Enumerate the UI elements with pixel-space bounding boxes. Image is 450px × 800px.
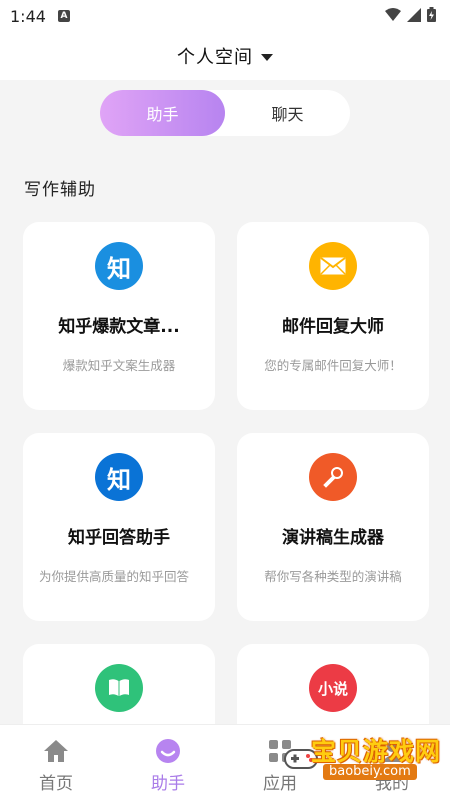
card-speech[interactable]: 演讲稿生成器 帮你写各种类型的演讲稿 bbox=[237, 433, 429, 621]
card-mail-reply[interactable]: 邮件回复大师 您的专属邮件回复大师！ bbox=[237, 222, 429, 410]
nav-label: 首页 bbox=[39, 774, 73, 794]
segmented-control: 助手 聊天 bbox=[100, 90, 350, 136]
card-zhihu-article[interactable]: 知 知乎爆款文章... 爆款知乎文案生成器 bbox=[23, 222, 215, 410]
nav-label: 助手 bbox=[151, 774, 185, 794]
zhihu-icon: 知 bbox=[95, 453, 143, 501]
assistant-icon bbox=[154, 737, 182, 765]
card-desc: 爆款知乎文案生成器 bbox=[62, 358, 176, 373]
zhihu-icon: 知 bbox=[95, 242, 143, 290]
nav-assistant[interactable]: 助手 bbox=[112, 725, 224, 800]
card-desc: 为你提供高质量的知乎回答 bbox=[39, 569, 190, 584]
novel-icon: 小说 bbox=[309, 664, 357, 712]
watermark-url: baobeiy.com bbox=[323, 764, 417, 780]
caret-down-icon[interactable] bbox=[261, 53, 273, 61]
wifi-icon bbox=[385, 7, 401, 26]
tab-assistant[interactable]: 助手 bbox=[100, 90, 225, 136]
mail-icon bbox=[309, 242, 357, 290]
watermark: 宝贝游戏网 baobeiy.com bbox=[283, 728, 443, 788]
card-title: 知乎回答助手 bbox=[68, 528, 170, 548]
card-title: 演讲稿生成器 bbox=[282, 528, 384, 548]
card-title: 邮件回复大师 bbox=[282, 317, 384, 337]
card-desc: 帮你写各种类型的演讲稿 bbox=[264, 569, 402, 584]
notification-a-icon: A bbox=[57, 10, 70, 22]
watermark-text: 宝贝游戏网 bbox=[311, 737, 442, 766]
card-zhihu-answer[interactable]: 知 知乎回答助手 为你提供高质量的知乎回答 bbox=[23, 433, 215, 621]
status-bar: 1:44 A bbox=[0, 0, 450, 32]
space-title[interactable]: 个人空间 bbox=[177, 43, 253, 69]
signal-icon bbox=[407, 7, 421, 26]
home-icon bbox=[42, 737, 70, 765]
card-desc: 您的专属邮件回复大师！ bbox=[264, 358, 402, 373]
nav-home[interactable]: 首页 bbox=[0, 725, 112, 800]
section-title: 写作辅助 bbox=[24, 180, 96, 200]
status-time: 1:44 bbox=[10, 6, 46, 26]
header[interactable]: 个人空间 bbox=[0, 32, 450, 80]
status-icons bbox=[385, 6, 436, 26]
card-title: 知乎爆款文章... bbox=[58, 317, 180, 337]
battery-icon bbox=[427, 6, 436, 26]
book-icon bbox=[95, 664, 143, 712]
microphone-icon bbox=[309, 453, 357, 501]
tab-chat[interactable]: 聊天 bbox=[225, 90, 350, 136]
